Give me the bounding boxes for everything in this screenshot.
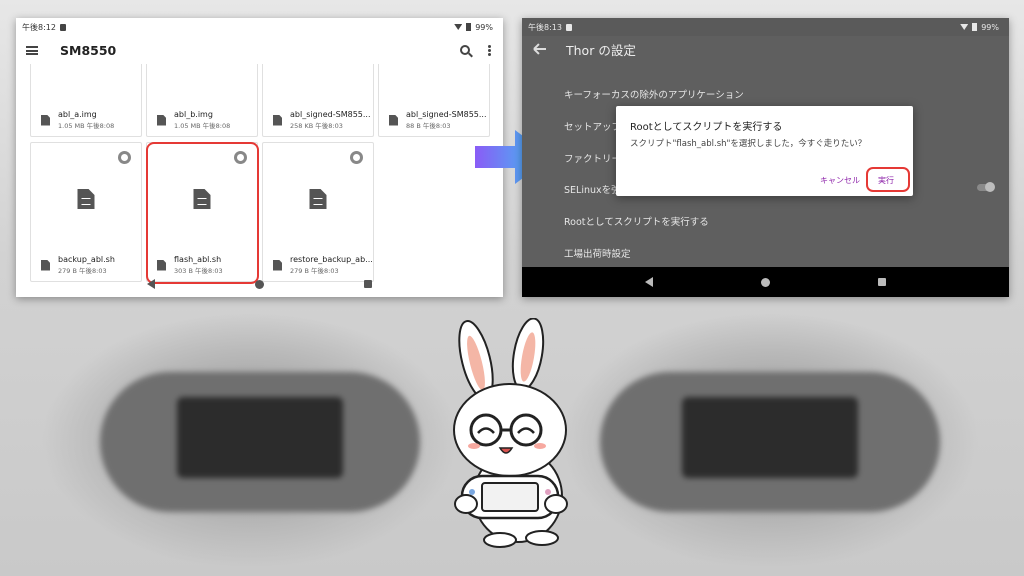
file-icon [273,114,282,126]
back-arrow-icon[interactable] [534,48,546,50]
setting-item[interactable]: Rootとしてスクリプトを実行する [564,214,709,228]
page-title: Thor の設定 [566,42,636,58]
battery-icon [466,23,472,31]
document-icon [309,189,327,209]
file-manager-screen: 午後8:12 99% SM8550 abl_a.img 1.05 MB 午後8:… [16,18,503,297]
sd-card-icon [59,23,66,31]
back-icon[interactable] [645,277,653,287]
file-name: backup_abl.sh [58,255,115,264]
file-icon [157,114,166,126]
battery-level: 99% [475,22,493,32]
file-meta: 1.05 MB 午後8:08 [58,122,115,130]
select-icon[interactable] [118,151,131,164]
status-bar: 午後8:12 99% [16,18,503,36]
settings-screen: 午後8:13 99% Thor の設定 キーフォーカスの除外のアプリケーション … [522,18,1009,297]
battery-icon [972,23,978,31]
file-name: abl_signed-SM855... [290,110,371,119]
battery-level: 99% [981,22,999,32]
folder-title: SM8550 [60,42,117,58]
cancel-button[interactable]: キャンセル [820,175,860,186]
home-icon[interactable] [255,279,264,289]
file-tile[interactable]: abl_a.img 1.05 MB 午後8:08 [30,64,142,137]
rabbit-mascot-icon [453,318,568,548]
wifi-icon [960,24,969,30]
file-tile[interactable]: abl_b.img 1.05 MB 午後8:08 [146,64,258,137]
setting-item[interactable]: ファクトリー [564,151,621,165]
menu-icon[interactable] [26,45,38,55]
file-icon [41,114,50,126]
status-bar: 午後8:13 99% [522,18,1009,36]
selinux-toggle[interactable] [977,182,995,192]
file-name: restore_backup_ab... [290,255,373,264]
file-name: abl_a.img [58,110,97,119]
status-time: 午後8:12 [22,22,56,32]
setting-item[interactable]: キーフォーカスの除外のアプリケーション [564,87,744,101]
file-icon [41,259,50,271]
setting-item[interactable]: SELinuxを強 [564,182,621,196]
recents-icon[interactable] [364,280,372,288]
file-name: abl_b.img [174,110,213,119]
setting-item[interactable]: セットアップ [564,119,621,133]
handheld-console-right [600,372,940,512]
home-icon[interactable] [761,277,770,287]
highlight-box [146,142,259,284]
recents-icon[interactable] [878,278,886,286]
highlight-box [866,167,910,192]
file-name: abl_signed-SM855... [406,110,487,119]
sd-card-icon [565,23,572,31]
app-bar: Thor の設定 [522,36,1009,62]
file-tile[interactable]: abl_signed-SM855... 258 KB 午後8:03 [262,64,374,137]
run-script-dialog: Rootとしてスクリプトを実行する スクリプト"flash_abl.sh"を選択… [616,106,913,196]
file-meta: 258 KB 午後8:03 [290,122,343,130]
handheld-console-left [100,372,420,512]
app-bar: SM8550 [16,36,503,64]
document-icon [77,189,95,209]
file-meta: 1.05 MB 午後8:08 [174,122,231,130]
wifi-icon [454,24,463,30]
nav-bar [16,271,503,297]
nav-bar [522,267,1009,297]
dialog-message: スクリプト"flash_abl.sh"を選択しました，今すぐ走りたい？ [630,139,867,149]
select-icon[interactable] [350,151,363,164]
file-icon [273,259,282,271]
dialog-title: Rootとしてスクリプトを実行する [630,122,783,133]
setting-item[interactable]: 工場出荷時設定 [564,246,631,260]
file-icon [389,114,398,126]
file-tile[interactable]: restore_backup_ab... 279 B 午後8:03 [262,142,374,282]
back-icon[interactable] [147,279,155,289]
status-time: 午後8:13 [528,22,562,32]
more-options-icon[interactable] [488,48,491,52]
file-tile[interactable]: backup_abl.sh 279 B 午後8:03 [30,142,142,282]
search-icon[interactable] [460,45,470,55]
file-tile[interactable]: abl_signed-SM855... 88 B 午後8:03 [378,64,490,137]
